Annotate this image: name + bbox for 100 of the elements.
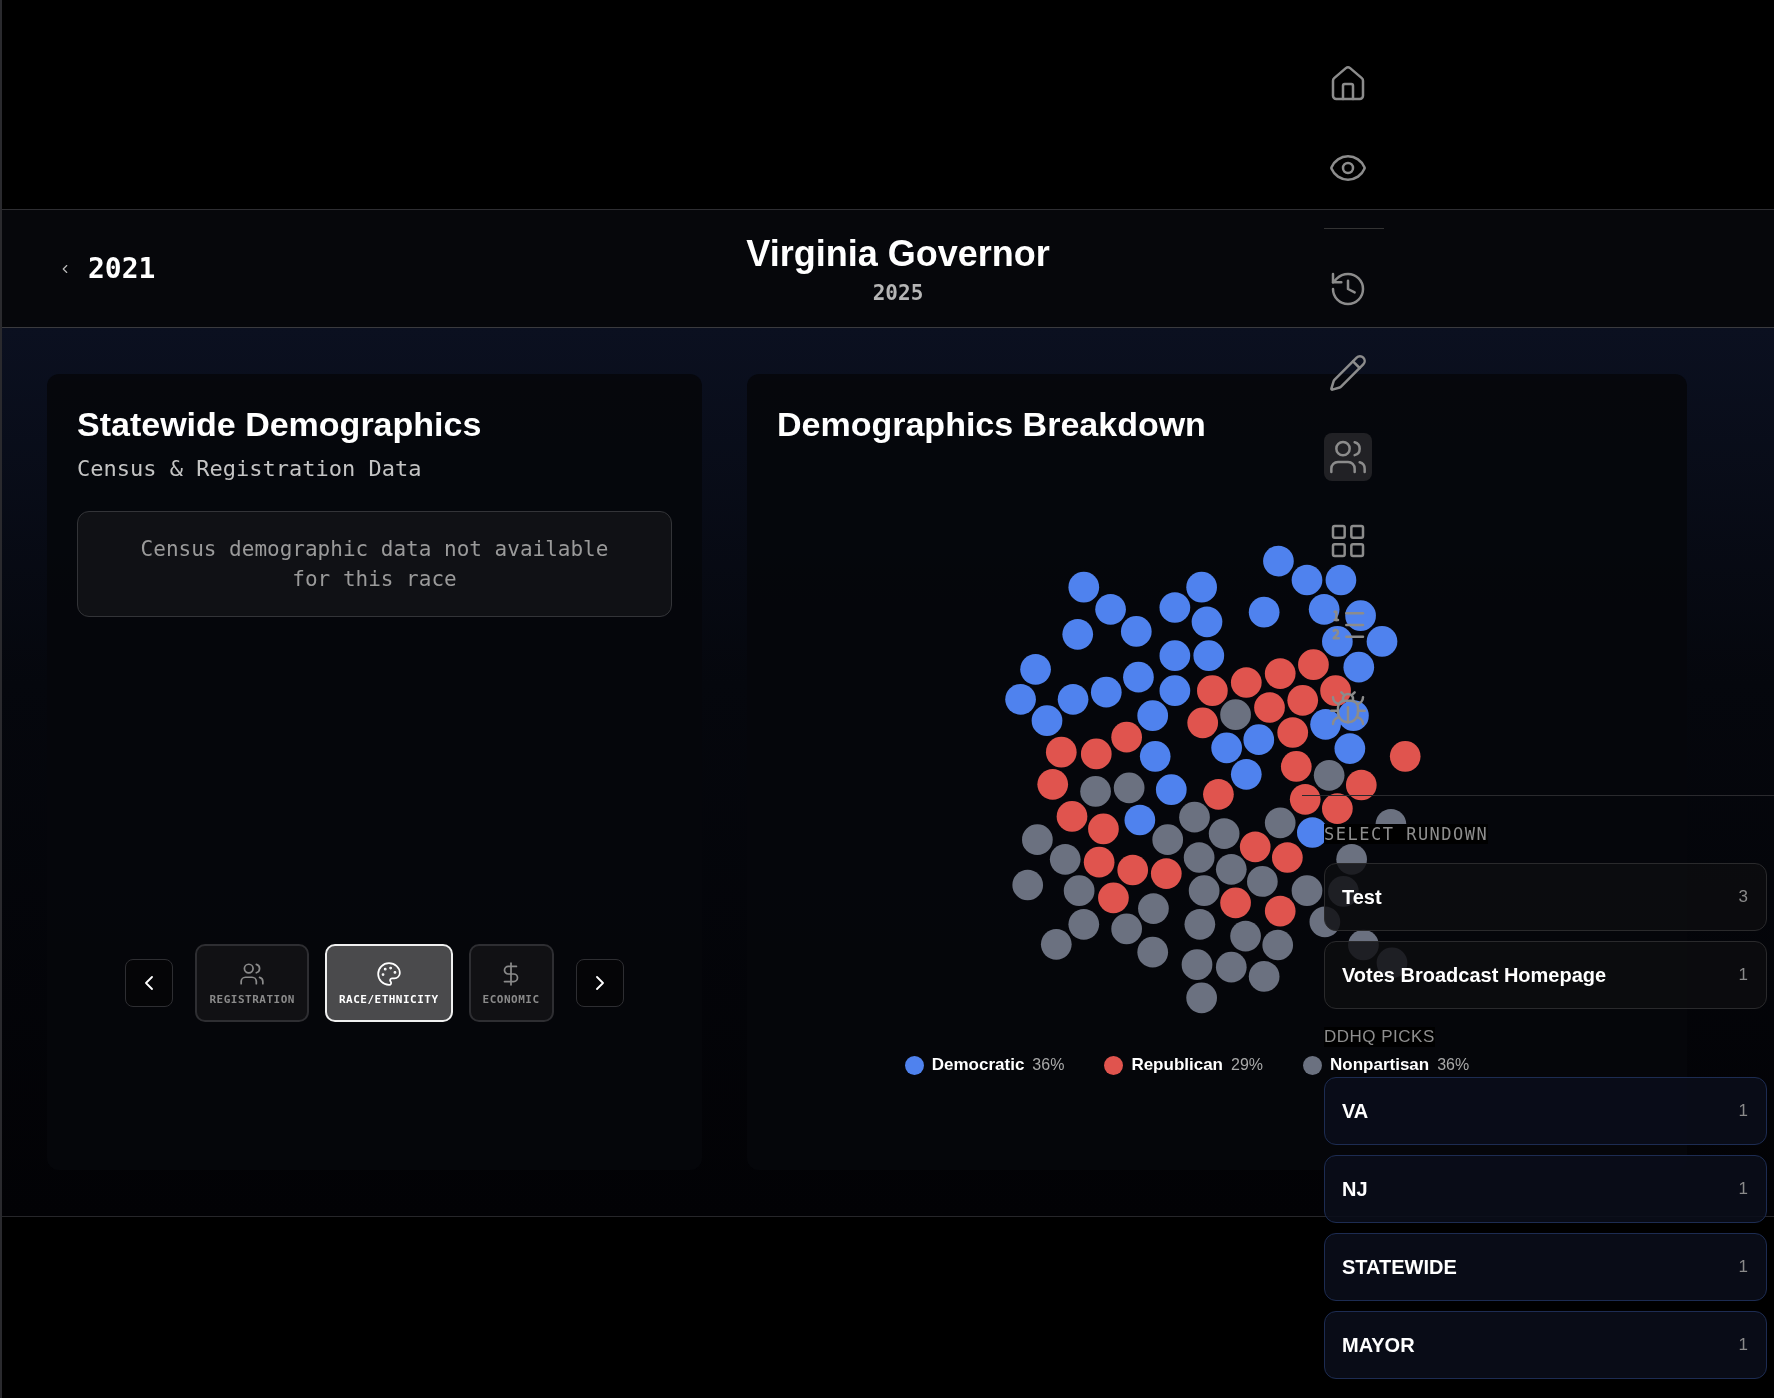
race-year: 2025 [872,280,924,305]
voter-dot [1230,920,1261,952]
voter-dot [1338,700,1369,732]
voter-dot [1263,545,1294,577]
voter-dot [1264,658,1296,689]
voter-dot [1083,846,1115,878]
voter-dot [1343,651,1375,683]
voter-dot [1037,768,1069,800]
voter-dot [1137,700,1169,732]
voter-dot [1248,961,1280,992]
pick-item[interactable]: MAYOR 1 [1324,1311,1767,1379]
section-label: SELECT RUNDOWN [1324,824,1489,844]
voter-dot [1313,760,1345,791]
voter-dot [1243,724,1275,755]
voter-dot [1280,751,1312,782]
voter-dot [1248,596,1280,628]
voter-dot [1366,626,1398,657]
voter-dot [1088,813,1119,845]
rundown-item[interactable]: Votes Broadcast Homepage 1 [1324,941,1767,1009]
category-tab[interactable]: RACE/ETHNICITY [324,944,453,1022]
voter-dot [1005,683,1036,715]
voter-dot [1215,951,1247,983]
voter-dot [1277,717,1309,748]
voter-dot [1080,776,1111,807]
category-tab[interactable]: REGISTRATION [195,944,309,1022]
voter-dot [1220,699,1251,730]
card-title: Statewide Demographics [77,404,483,444]
voter-dot [1063,875,1095,907]
voter-dot [1138,893,1169,924]
legend-label: Nonpartisan [1330,1055,1430,1075]
voter-dot [1159,675,1191,707]
people-icon [239,960,266,987]
voter-dot [1117,854,1149,886]
voter-dot [1113,772,1145,804]
voter-dot [1068,571,1100,603]
legend-label: Democratic [931,1055,1025,1075]
voter-dot [1239,831,1271,863]
voter-dot [1345,769,1377,801]
voter-dot [1298,649,1329,680]
voter-dot [1181,949,1213,980]
voter-dot [1289,783,1321,815]
voter-dot [1111,913,1142,945]
pick-item[interactable]: STATEWIDE 1 [1324,1233,1767,1301]
voter-dot [1057,683,1089,715]
voter-dot [1012,869,1044,901]
voter-dot [1345,600,1376,632]
voter-dot [1203,778,1234,810]
voter-dot [1022,824,1053,855]
unavailable-notice: Census demographic data not available for this race [77,511,672,617]
palette-icon [375,960,402,987]
rundown-item[interactable]: Test 3 [1324,863,1767,931]
chevron-right-icon [595,976,604,990]
people-icon[interactable] [1324,433,1372,481]
card-subtitle: Census & Registration Data [77,456,423,481]
voter-dot [1031,705,1063,737]
voter-dot [1208,818,1240,849]
voter-dot [1230,667,1262,698]
voter-dot [1325,564,1357,596]
voter-dot [1191,606,1223,638]
voter-dot [1020,653,1051,685]
voter-dot [1090,676,1122,708]
pick-item[interactable]: NJ 1 [1324,1155,1767,1223]
voter-dot [1389,741,1421,772]
voter-dot [1291,564,1323,596]
legend-share: 36% [1032,1056,1065,1074]
voter-dot [1062,618,1094,650]
voter-dot [1045,736,1077,768]
voter-dot [1308,593,1340,625]
voter-dot [1184,908,1216,940]
voter-dot [1230,758,1262,790]
voter-dot [1159,640,1191,672]
voter-dot [1139,741,1171,772]
voter-dot [1120,616,1152,647]
voter-dot [1247,866,1278,897]
pick-item[interactable]: VA 1 [1324,1077,1767,1145]
voter-dot [1124,804,1156,836]
voter-dot [1179,801,1210,833]
voter-dot [1262,929,1294,961]
voter-dot [1264,807,1296,839]
voter-dot [1150,858,1182,889]
voter-dot [1186,571,1217,603]
voter-dot [1095,593,1126,625]
voter-dot [1334,733,1366,764]
voter-dot [1264,895,1296,927]
voter-dot [1183,842,1215,873]
race-title: Virginia Governor [746,232,1050,275]
voter-dot [1322,793,1353,824]
voter-dot [1137,936,1169,968]
voter-dot [1111,721,1142,753]
voter-dot [1186,982,1217,1014]
category-tab[interactable]: ECONOMIC [468,944,554,1022]
voter-dot [1049,843,1081,875]
legend-share: 29% [1231,1056,1264,1074]
voter-dot [1310,708,1341,740]
voter-dot [1220,887,1251,919]
voter-dot [1040,928,1072,960]
voter-dot [1215,853,1247,885]
section-label: DDHQ PICKS [1324,1027,1435,1047]
previous-year-link[interactable]: 2021 [58,210,156,327]
voter-dot [1193,640,1225,672]
